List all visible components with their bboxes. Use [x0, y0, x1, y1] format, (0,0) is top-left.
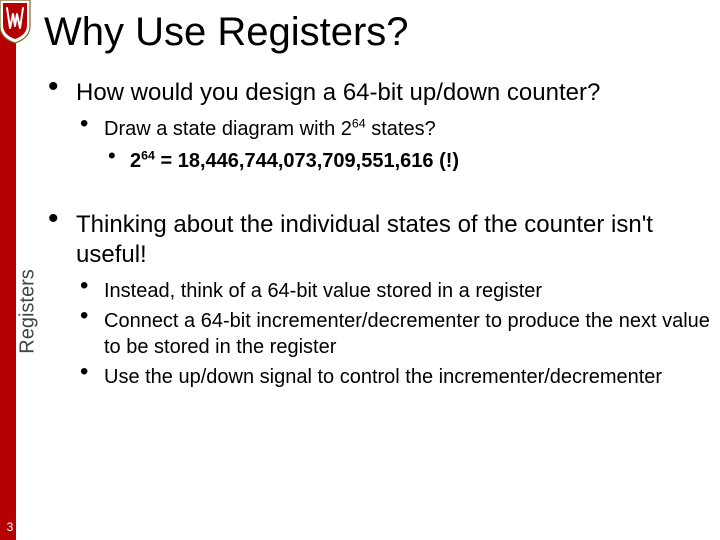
- bullet-1-1-pre: Draw a state diagram with 2: [104, 118, 352, 140]
- bullet-1-1-post: states?: [366, 118, 436, 140]
- bullet-1-1-1: 264 = 18,446,744,073,709,551,616 (!): [104, 148, 712, 174]
- left-stripe: [0, 0, 16, 540]
- side-label: Registers: [17, 269, 40, 353]
- bullet-2-1: Instead, think of a 64-bit value stored …: [76, 278, 712, 304]
- bullet-2-text: Thinking about the individual states of …: [76, 210, 712, 270]
- bullet-2-2-text: Connect a 64-bit incrementer/decrementer…: [104, 308, 712, 360]
- page-number: 3: [4, 520, 16, 534]
- content-area: How would you design a 64-bit up/down co…: [42, 78, 712, 400]
- bullet-1-1-1-sup: 64: [141, 148, 155, 162]
- spacer: [42, 184, 712, 210]
- bullet-1-1-1-text: 264 = 18,446,744,073,709,551,616 (!): [130, 148, 712, 174]
- bullet-1-1-1-pre: 2: [130, 150, 141, 172]
- bullet-1-1: Draw a state diagram with 264 states? 26…: [76, 116, 712, 174]
- bullet-2-3: Use the up/down signal to control the in…: [76, 364, 712, 390]
- bullet-1-1-1-post: = 18,446,744,073,709,551,616 (!): [155, 150, 459, 172]
- bullet-1: How would you design a 64-bit up/down co…: [42, 78, 712, 174]
- bullet-2-1-text: Instead, think of a 64-bit value stored …: [104, 278, 712, 304]
- bullet-1-text: How would you design a 64-bit up/down co…: [76, 78, 712, 108]
- slide: Registers Why Use Registers? How would y…: [0, 0, 720, 540]
- slide-title: Why Use Registers?: [44, 10, 409, 55]
- bullet-2-3-text: Use the up/down signal to control the in…: [104, 364, 712, 390]
- university-crest-icon: [0, 0, 32, 44]
- bullet-1-1-text: Draw a state diagram with 264 states?: [104, 116, 712, 142]
- bullet-1-1-sup: 64: [352, 116, 366, 130]
- side-label-area: Registers: [16, 0, 40, 540]
- bullet-2: Thinking about the individual states of …: [42, 210, 712, 390]
- bullet-2-2: Connect a 64-bit incrementer/decrementer…: [76, 308, 712, 360]
